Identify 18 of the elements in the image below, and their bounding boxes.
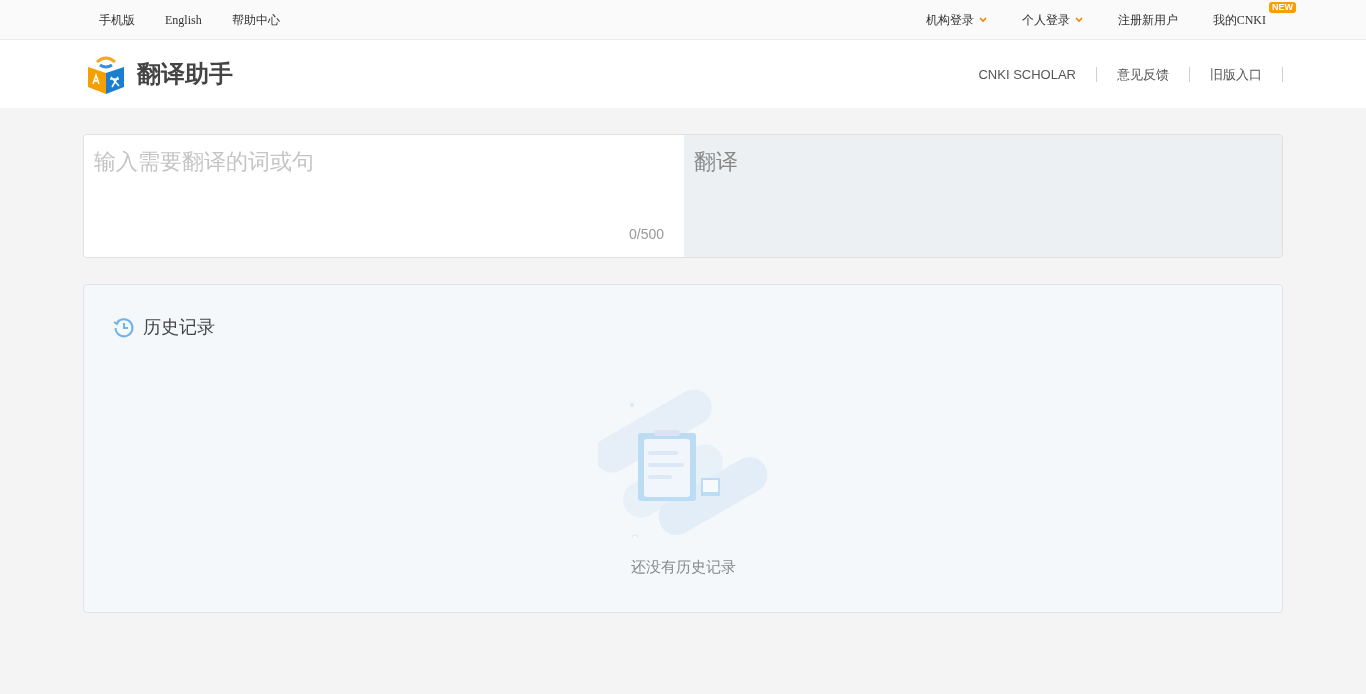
empty-history-message: 还没有历史记录	[630, 557, 736, 577]
history-clock-icon	[113, 316, 135, 339]
history-title: 历史记录	[143, 316, 215, 339]
header-nav-link[interactable]: 意见反馈	[1097, 66, 1190, 82]
top-link[interactable]: 个人登录	[1021, 10, 1070, 29]
top-link[interactable]: 帮助中心	[231, 10, 280, 29]
caret-down-icon[interactable]	[1074, 16, 1083, 23]
top-link[interactable]: English	[165, 10, 202, 29]
top-link[interactable]: 机构登录	[925, 10, 974, 29]
header-nav-link[interactable]: CNKI SCHOLAR	[958, 66, 1097, 82]
logo-cube-icon	[87, 53, 125, 95]
top-link[interactable]: 手机版	[99, 10, 135, 29]
header-nav-link[interactable]: 旧版入口	[1190, 66, 1283, 82]
new-badge: NEW	[1269, 1, 1296, 13]
caret-down-icon[interactable]	[978, 16, 987, 23]
app-title: 翻译助手	[137, 59, 233, 89]
top-link[interactable]: 注册新用户	[1117, 10, 1178, 29]
top-link[interactable]: 我的CNKI	[1212, 10, 1266, 29]
